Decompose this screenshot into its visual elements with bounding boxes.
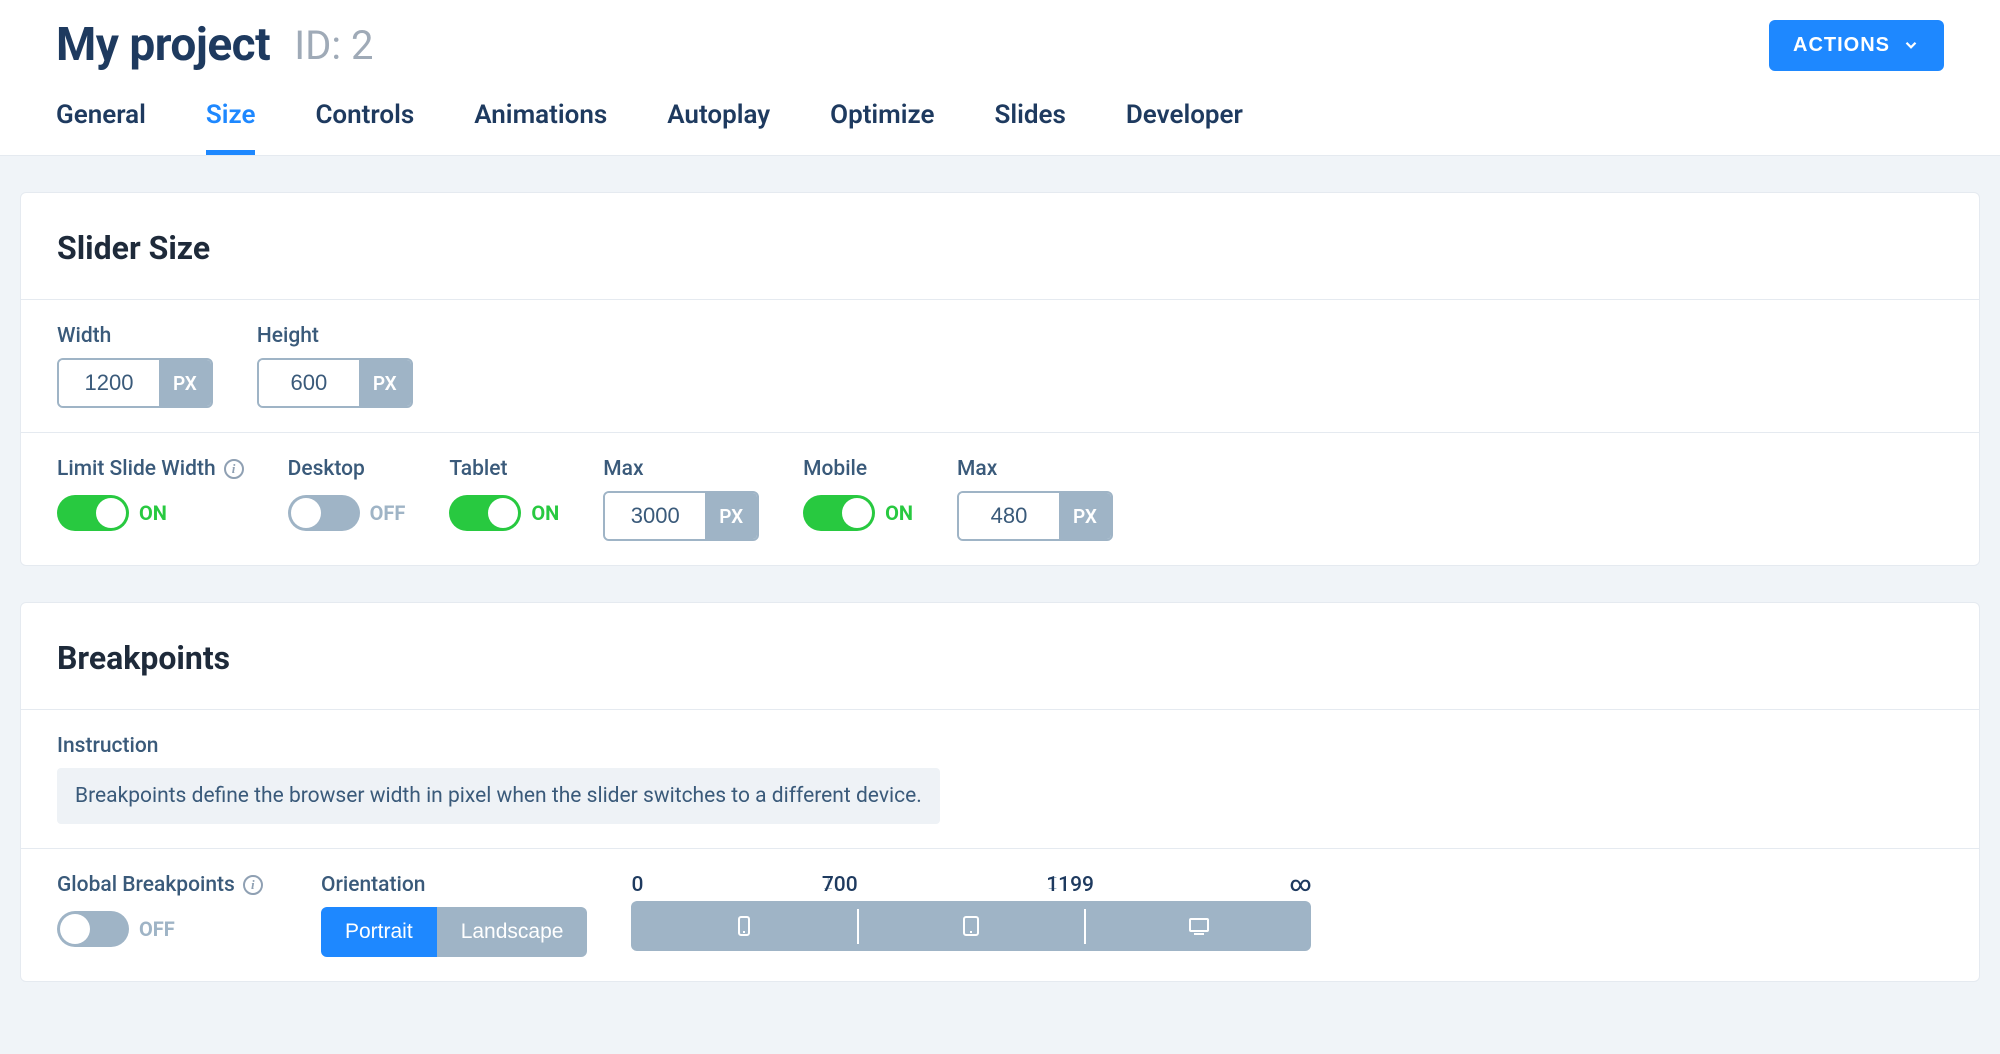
desktop-icon [1187, 914, 1211, 938]
mobile-max-input[interactable] [959, 493, 1059, 539]
tablet-label: Tablet [449, 457, 559, 481]
info-icon[interactable]: i [224, 459, 244, 479]
orientation-portrait-button[interactable]: Portrait [321, 907, 437, 957]
tab-controls[interactable]: Controls [315, 100, 414, 155]
width-input[interactable] [59, 360, 159, 406]
tablet-max-label: Max [603, 457, 759, 481]
limit-slide-width-toggle[interactable] [57, 495, 129, 531]
height-label: Height [257, 324, 413, 348]
desktop-label: Desktop [288, 457, 406, 481]
width-unit: PX [159, 360, 211, 406]
bp-marker-end: ∞ [1290, 873, 1312, 897]
breakpoints-panel: Breakpoints Instruction Breakpoints defi… [20, 602, 1980, 982]
mobile-state: ON [885, 501, 913, 525]
tab-animations[interactable]: Animations [474, 100, 607, 155]
breakpoint-track[interactable] [631, 901, 1311, 951]
mobile-max-label: Max [957, 457, 1113, 481]
tab-general[interactable]: General [56, 100, 146, 155]
tablet-state: ON [531, 501, 559, 525]
tab-autoplay[interactable]: Autoplay [667, 100, 770, 155]
mobile-toggle[interactable] [803, 495, 875, 531]
tab-size[interactable]: Size [206, 100, 256, 155]
tab-optimize[interactable]: Optimize [830, 100, 934, 155]
tablet-toggle[interactable] [449, 495, 521, 531]
global-breakpoints-toggle[interactable] [57, 911, 129, 947]
height-unit: PX [359, 360, 411, 406]
breakpoints-title: Breakpoints [57, 639, 1943, 677]
breakpoint-labels: 0 𝙸700 𝙸1199 ∞ [631, 873, 1311, 901]
global-breakpoints-state: OFF [139, 917, 175, 941]
orientation-label: Orientation [321, 873, 587, 897]
instruction-label: Instruction [57, 734, 158, 758]
tablet-icon [959, 914, 983, 938]
bp-segment-tablet[interactable] [859, 901, 1084, 951]
chevron-down-icon [1902, 36, 1920, 54]
project-id: ID: 2 [294, 22, 373, 69]
tab-developer[interactable]: Developer [1126, 100, 1243, 155]
slider-size-title: Slider Size [57, 229, 1943, 267]
info-icon[interactable]: i [243, 875, 263, 895]
desktop-state: OFF [370, 501, 406, 525]
project-title: My project [56, 18, 270, 72]
instruction-text: Breakpoints define the browser width in … [57, 768, 940, 824]
tablet-max-unit: PX [705, 493, 757, 539]
limit-slide-width-label: Limit Slide Width i [57, 457, 244, 481]
mobile-max-input-wrap: PX [957, 491, 1113, 541]
bp-segment-desktop[interactable] [1086, 901, 1311, 951]
tab-slides[interactable]: Slides [994, 100, 1065, 155]
slider-size-panel: Slider Size Width PX Height PX [20, 192, 1980, 566]
mobile-max-unit: PX [1059, 493, 1111, 539]
orientation-landscape-button[interactable]: Landscape [437, 907, 588, 957]
width-input-wrap: PX [57, 358, 213, 408]
tabs-bar: General Size Controls Animations Autopla… [0, 72, 2000, 156]
width-label: Width [57, 324, 213, 348]
height-input[interactable] [259, 360, 359, 406]
height-input-wrap: PX [257, 358, 413, 408]
actions-label: ACTIONS [1793, 34, 1890, 57]
desktop-toggle[interactable] [288, 495, 360, 531]
limit-slide-width-state: ON [139, 501, 167, 525]
global-breakpoints-label: Global Breakpoints i [57, 873, 277, 897]
mobile-icon [732, 914, 756, 938]
orientation-group: Portrait Landscape [321, 907, 587, 957]
mobile-label: Mobile [803, 457, 913, 481]
bp-marker-start: 0 [631, 873, 643, 897]
actions-button[interactable]: ACTIONS [1769, 20, 1944, 71]
bp-segment-mobile[interactable] [631, 901, 856, 951]
tablet-max-input[interactable] [605, 493, 705, 539]
tablet-max-input-wrap: PX [603, 491, 759, 541]
